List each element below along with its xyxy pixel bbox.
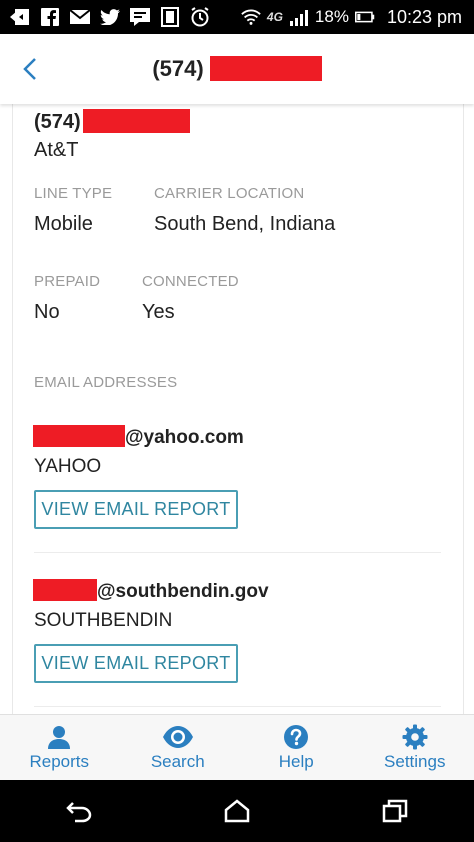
connected-label: CONNECTED <box>142 273 239 290</box>
system-recents-button[interactable] <box>375 791 415 831</box>
email-address: @yahoo.com <box>33 425 244 449</box>
connected-value: Yes <box>142 301 175 323</box>
email-provider: YAHOO <box>34 456 102 477</box>
system-home-button[interactable] <box>217 791 257 831</box>
phone-number: (574) <box>34 109 190 134</box>
view-email-report-button[interactable]: VIEW EMAIL REPORT <box>34 490 238 529</box>
alarm-icon <box>190 7 210 27</box>
clock: 10:23 pm <box>386 6 462 27</box>
nav-help[interactable]: Help <box>237 715 356 781</box>
mail-icon <box>70 7 90 27</box>
divider <box>34 552 441 553</box>
recents-icon <box>382 799 408 823</box>
carrier-location-value: South Bend, Indiana <box>154 213 336 235</box>
help-icon <box>284 725 309 749</box>
nav-reports[interactable]: Reports <box>0 715 119 781</box>
line-type-label: LINE TYPE <box>34 185 113 202</box>
nav-settings[interactable]: Settings <box>356 715 474 781</box>
eye-icon <box>162 726 193 748</box>
status-bar: 4G 18% 10:23 pm <box>0 0 474 34</box>
app-header: (574) <box>0 34 474 104</box>
nav-label: Help <box>278 752 314 771</box>
email-domain: @yahoo.com <box>125 427 244 448</box>
page-title: (574) <box>0 56 474 82</box>
system-nav-bar <box>0 780 474 842</box>
nav-label: Settings <box>384 752 446 771</box>
carrier-location-label: CARRIER LOCATION <box>154 185 305 202</box>
back-arrow-icon <box>66 802 92 823</box>
back-arrow-notification-icon <box>10 7 30 27</box>
battery-icon <box>354 7 375 27</box>
signal-icon <box>289 7 309 27</box>
view-email-report-button[interactable]: VIEW EMAIL REPORT <box>34 644 238 683</box>
redaction-bar <box>82 109 190 133</box>
redaction-bar <box>33 579 97 601</box>
email-address: @southbendin.gov <box>33 579 269 603</box>
facebook-icon <box>40 7 60 27</box>
nav-search[interactable]: Search <box>119 715 238 781</box>
email-addresses-label: EMAIL ADDRESSES <box>34 374 178 391</box>
bottom-nav: Reports Search Help Settings <box>0 714 474 781</box>
phone-prefix: (574) <box>34 111 81 133</box>
prepaid-label: PREPAID <box>34 273 101 290</box>
redaction-bar <box>33 425 125 447</box>
system-back-button[interactable] <box>59 791 99 831</box>
line-type-value: Mobile <box>34 213 93 235</box>
email-domain: @southbendin.gov <box>97 581 269 602</box>
phone-report-card: (574) At&T LINE TYPE Mobile CARRIER LOCA… <box>12 104 464 714</box>
nav-label: Reports <box>29 752 90 771</box>
redaction-bar <box>209 56 322 81</box>
twitter-icon <box>100 7 120 27</box>
email-provider: SOUTHBENDIN <box>34 610 173 631</box>
message-icon <box>130 7 150 27</box>
gear-icon <box>402 724 428 750</box>
home-icon <box>224 799 250 823</box>
divider <box>34 706 441 707</box>
person-icon <box>48 726 71 749</box>
nav-label: Search <box>150 752 205 771</box>
page-title-prefix: (574) <box>152 56 204 81</box>
battery-percent: 18% <box>314 7 349 26</box>
prepaid-value: No <box>34 301 60 323</box>
carrier-name: At&T <box>34 139 79 161</box>
network-type: 4G <box>266 10 283 24</box>
wifi-icon <box>241 7 261 27</box>
device-icon <box>160 7 180 27</box>
